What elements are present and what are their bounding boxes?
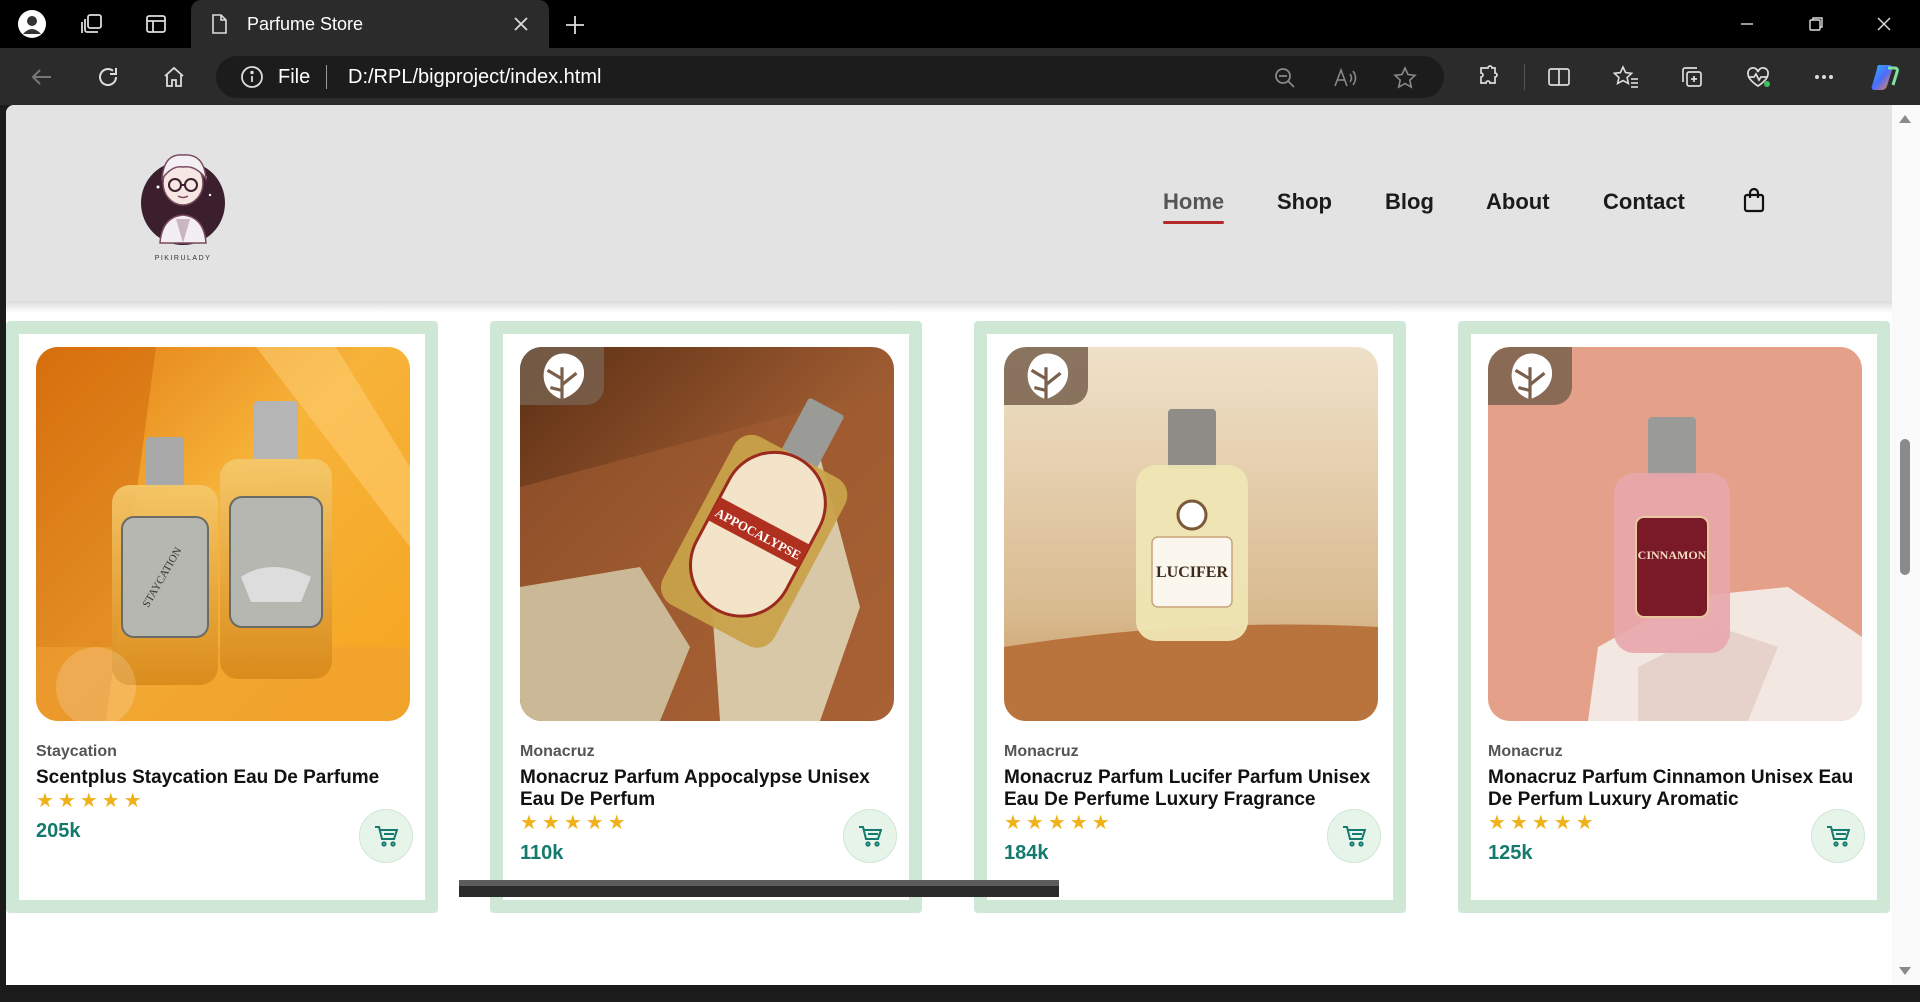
scrollbar-thumb[interactable] (1900, 439, 1910, 575)
cart-icon (375, 826, 398, 847)
add-to-cart-button[interactable] (359, 809, 413, 863)
product-image[interactable]: STAYCATION (36, 347, 410, 721)
nav-blog[interactable]: Blog (1385, 189, 1434, 215)
bottle-label: LUCIFER (1156, 564, 1228, 581)
product-brand: Monacruz (520, 743, 595, 760)
rating-stars: ★★★★★ (36, 790, 146, 812)
product-brand: Staycation (36, 743, 117, 760)
page-viewport: PIKIRULADY Home Shop Blog About Contact (6, 105, 1920, 985)
page-icon (209, 12, 229, 36)
product-price: 110k (520, 842, 564, 864)
tab-title: Parfume Store (247, 13, 364, 34)
add-to-cart-button[interactable] (1811, 809, 1865, 863)
browser-toolbar: File D:/RPL/bigproject/index.html (0, 48, 1920, 105)
copilot-icon[interactable] (1870, 62, 1900, 92)
toolbar-separator (1524, 64, 1525, 90)
logo-caption: PIKIRULADY (154, 255, 212, 262)
rating-stars: ★★★★★ (1488, 812, 1598, 834)
product-image[interactable]: LUCIFER (1004, 347, 1378, 721)
product-card-inner: LUCIFER Monacruz Monacruz Parfum Lucifer… (987, 334, 1393, 900)
product-name[interactable]: Monacruz Parfum Lucifer Parfum Unisex Ea… (1004, 767, 1376, 811)
cart-icon (1343, 826, 1366, 847)
cart-icon (859, 826, 882, 847)
nav-home[interactable]: Home (1163, 189, 1225, 224)
bottle-label: CINNAMON (1638, 548, 1707, 562)
product-price: 205k (36, 820, 81, 842)
monstera-leaf-icon (543, 353, 585, 400)
product-name[interactable]: Monacruz Parfum Cinnamon Unisex Eau De P… (1488, 767, 1860, 811)
product-card[interactable]: STAYCATION Staycation Scentplus Staycati… (6, 321, 438, 913)
product-brand: Monacruz (1004, 743, 1079, 760)
favorite-star-icon[interactable] (1392, 65, 1418, 91)
product-card-inner: STAYCATION Staycation Scentplus Staycati… (19, 334, 425, 900)
site-header: PIKIRULADY Home Shop Blog About Contact (6, 105, 1892, 301)
site-logo[interactable]: PIKIRULADY (136, 139, 230, 267)
product-image[interactable]: APPOCALYPSE (520, 347, 894, 721)
more-options-icon[interactable] (1809, 62, 1839, 92)
product-name[interactable]: Monacruz Parfum Appocalypse Unisex Eau D… (520, 767, 892, 811)
nav-shop[interactable]: Shop (1277, 189, 1332, 215)
nav-about[interactable]: About (1486, 189, 1550, 215)
address-bar[interactable]: File D:/RPL/bigproject/index.html (216, 56, 1444, 98)
close-window-icon[interactable] (1850, 0, 1918, 48)
product-name[interactable]: Scentplus Staycation Eau De Parfume (36, 767, 408, 789)
nav-contact[interactable]: Contact (1603, 189, 1685, 215)
header-shadow (6, 301, 1892, 313)
restore-icon[interactable] (1782, 0, 1850, 48)
product-card-inner: CINNAMON Monacruz Monacruz Parfum Cinnam… (1471, 334, 1877, 900)
tab-actions-icon[interactable] (141, 9, 171, 39)
new-tab-icon[interactable] (560, 10, 590, 40)
product-card-inner: APPOCALYPSE Monacruz Monacruz Parfum App… (503, 334, 909, 900)
product-price: 125k (1488, 842, 1533, 864)
cart-icon (1827, 826, 1850, 847)
browser-title-bar: Parfume Store (0, 0, 1920, 48)
extensions-icon[interactable] (1473, 62, 1503, 92)
address-separator (326, 65, 327, 89)
shopping-bag-icon[interactable] (1742, 187, 1766, 213)
split-screen-icon[interactable] (1544, 62, 1574, 92)
address-url[interactable]: D:/RPL/bigproject/index.html (348, 66, 601, 89)
monstera-leaf-icon (1511, 353, 1553, 400)
collections-icon[interactable] (1677, 62, 1707, 92)
refresh-icon[interactable] (93, 62, 123, 92)
product-card[interactable]: LUCIFER Monacruz Monacruz Parfum Lucifer… (974, 321, 1406, 913)
add-to-cart-button[interactable] (843, 809, 897, 863)
address-scheme: File (278, 66, 311, 88)
site-info-icon[interactable] (240, 65, 264, 89)
scroll-down-arrow-icon[interactable] (1897, 965, 1913, 977)
scroll-up-arrow-icon[interactable] (1897, 113, 1913, 125)
product-brand: Monacruz (1488, 743, 1563, 760)
product-card[interactable]: CINNAMON Monacruz Monacruz Parfum Cinnam… (1458, 321, 1890, 913)
minimize-icon[interactable] (1713, 0, 1781, 48)
product-price: 184k (1004, 842, 1049, 864)
product-card[interactable]: APPOCALYPSE Monacruz Monacruz Parfum App… (490, 321, 922, 913)
monstera-leaf-icon (1027, 353, 1069, 400)
read-aloud-icon[interactable] (1332, 65, 1358, 91)
product-badge (1488, 347, 1572, 405)
rating-stars: ★★★★★ (520, 812, 630, 834)
rating-stars: ★★★★★ (1004, 812, 1114, 834)
workspaces-icon[interactable] (77, 9, 107, 39)
browser-essentials-icon[interactable] (1743, 62, 1773, 92)
product-image[interactable]: CINNAMON (1488, 347, 1862, 721)
tab-parfume-store[interactable]: Parfume Store (191, 0, 549, 48)
product-badge (520, 347, 604, 405)
back-icon[interactable] (27, 62, 57, 92)
profile-avatar-icon[interactable] (17, 9, 47, 39)
add-to-cart-button[interactable] (1327, 809, 1381, 863)
favorites-icon[interactable] (1611, 62, 1641, 92)
product-badge (1004, 347, 1088, 405)
close-tab-icon[interactable] (509, 12, 533, 36)
zoom-out-icon[interactable] (1272, 65, 1298, 91)
home-icon[interactable] (159, 62, 189, 92)
next-section-preview (459, 880, 1059, 897)
